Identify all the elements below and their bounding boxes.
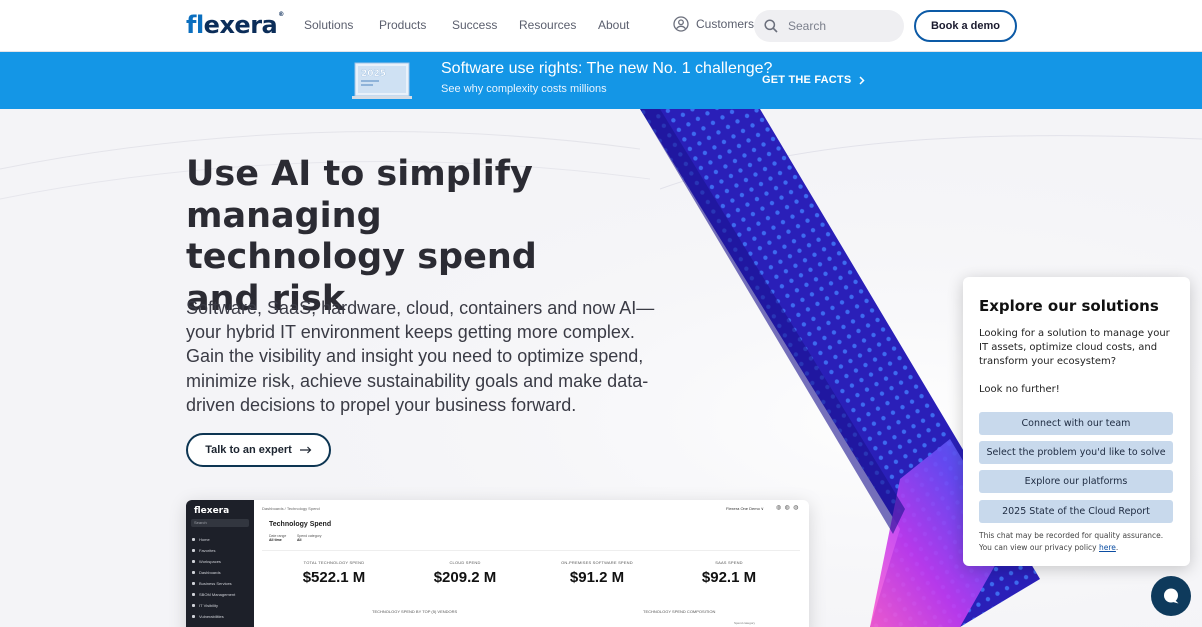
banner-title: Software use rights: The new No. 1 chall… <box>441 60 773 77</box>
chat-option-cloud-report[interactable]: 2025 State of the Cloud Report <box>979 500 1173 523</box>
dashboard-nav: Home Favorites Workspaces Dashboards Bus… <box>192 534 235 622</box>
dashboard-search: Search <box>191 519 249 527</box>
nav-customers[interactable]: Customers <box>673 16 754 32</box>
kpi-saas: SAAS SPEND $92.1 M <box>664 560 794 586</box>
chat-option-explore-platforms[interactable]: Explore our platforms <box>979 470 1173 493</box>
dashboard-org-select: Flexera One Demo ∨ <box>726 506 764 511</box>
chat-panel: Explore our solutions Looking for a solu… <box>963 277 1190 566</box>
dashboard-preview: flexera Search Home Favorites Workspaces… <box>186 500 809 627</box>
search-box[interactable] <box>754 10 904 42</box>
user-circle-icon <box>673 16 689 32</box>
dashboard-sidebar: flexera Search Home Favorites Workspaces… <box>186 500 254 627</box>
dashboard-logo: flexera <box>194 506 230 516</box>
search-icon <box>764 19 778 33</box>
nav-solutions[interactable]: Solutions <box>304 18 353 32</box>
dashboard-nav-item: Workspaces <box>192 556 235 567</box>
kpi-cloud: CLOUD SPEND $209.2 M <box>400 560 530 586</box>
dashboard-nav-item: Home <box>192 534 235 545</box>
dashboard-breadcrumb: Dashboards / Technology Spend <box>262 506 320 511</box>
dashboard-nav-item: Favorites <box>192 545 235 556</box>
chat-disclaimer-end: . <box>1115 543 1119 552</box>
search-input[interactable] <box>788 19 888 33</box>
kpi-total: TOTAL TECHNOLOGY SPEND $522.1 M <box>269 560 399 586</box>
flexera-logo[interactable]: flexera® <box>186 11 284 39</box>
chat-disclaimer-line1: This chat may be recorded for quality as… <box>979 531 1164 540</box>
customers-label: Customers <box>696 17 755 31</box>
kpi-label: CLOUD SPEND <box>449 560 481 565</box>
dashboard-title: Technology Spend <box>269 521 332 528</box>
talk-to-expert-label: Talk to an expert <box>205 444 292 456</box>
dashboard-toolbar-icons: ◍ ◍ ◍ <box>776 504 798 511</box>
chat-disclaimer-line2: You can view our privacy policy <box>979 543 1097 552</box>
kpi-on-prem: ON-PREMISES SOFTWARE SPEND $91.2 M <box>532 560 662 586</box>
promo-banner: 2025 Software use rights: The new No. 1 … <box>0 52 1202 109</box>
composition-subtitle: Spend category <box>734 621 756 625</box>
hero-description: Software, SaaS, hardware, cloud, contain… <box>186 298 655 415</box>
nav-resources[interactable]: Resources <box>519 18 576 32</box>
kpi-label: TOTAL TECHNOLOGY SPEND <box>303 560 365 565</box>
chat-title: Explore our solutions <box>979 297 1159 315</box>
banner-subtitle-link[interactable]: See why complexity costs millions <box>441 83 607 95</box>
chat-intro-2: Look no further! <box>979 384 1060 395</box>
nav-about[interactable]: About <box>598 18 629 32</box>
help-icon: ◍ <box>776 505 782 511</box>
vendors-section-title: TECHNOLOGY SPEND BY TOP (5) VENDORS <box>372 609 458 614</box>
arrow-right-icon <box>299 446 312 454</box>
kpi-label: ON-PREMISES SOFTWARE SPEND <box>561 560 633 565</box>
dashboard-nav-item: Dashboards <box>192 567 235 578</box>
book-demo-button[interactable]: Book a demo <box>914 10 1017 42</box>
kpi-value: $92.1 M <box>701 569 757 586</box>
kpi-value: $209.2 M <box>433 569 497 586</box>
settings-icon: ◍ <box>784 505 790 511</box>
kpi-value: $91.2 M <box>569 569 625 586</box>
chat-disclaimer: This chat may be recorded for quality as… <box>979 530 1179 554</box>
privacy-policy-link[interactable]: here <box>1099 543 1116 552</box>
filter-date-value: All time <box>269 538 282 542</box>
get-the-facts-link[interactable]: GET THE FACTS <box>762 74 865 86</box>
profile-icon: ◍ <box>793 505 799 511</box>
dashboard-nav-item: SBOM Management <box>192 589 235 600</box>
dashboard-nav-item: IT Visibility <box>192 600 235 611</box>
composition-section-title: TECHNOLOGY SPEND COMPOSITION <box>643 609 716 614</box>
filter-category-value: All <box>296 538 302 542</box>
chat-bubble-icon <box>1164 588 1179 604</box>
chat-intro: Looking for a solution to manage your IT… <box>979 328 1170 367</box>
nav-success[interactable]: Success <box>452 18 497 32</box>
kpi-value: $522.1 M <box>302 569 366 586</box>
kpi-label: SAAS SPEND <box>715 560 743 565</box>
chat-option-connect-team[interactable]: Connect with our team <box>979 412 1173 435</box>
top-nav: flexera® Solutions Products Success Reso… <box>0 0 1202 52</box>
chevron-right-icon <box>859 75 865 85</box>
get-the-facts-label: GET THE FACTS <box>762 74 852 86</box>
report-year: 2025 <box>361 69 386 79</box>
report-cover-thumbnail: 2025 <box>352 62 412 99</box>
chat-option-select-problem[interactable]: Select the problem you'd like to solve <box>979 441 1173 464</box>
dashboard-nav-item: Vulnerabilities <box>192 611 235 622</box>
nav-products[interactable]: Products <box>379 18 426 32</box>
dashboard-nav-item: Business Services <box>192 578 235 589</box>
chat-launcher-button[interactable] <box>1151 576 1191 616</box>
dashboard-filters: Date range All time Spend category All <box>269 534 327 542</box>
chat-message: Looking for a solution to manage your IT… <box>979 327 1179 397</box>
talk-to-expert-button[interactable]: Talk to an expert <box>186 433 331 467</box>
